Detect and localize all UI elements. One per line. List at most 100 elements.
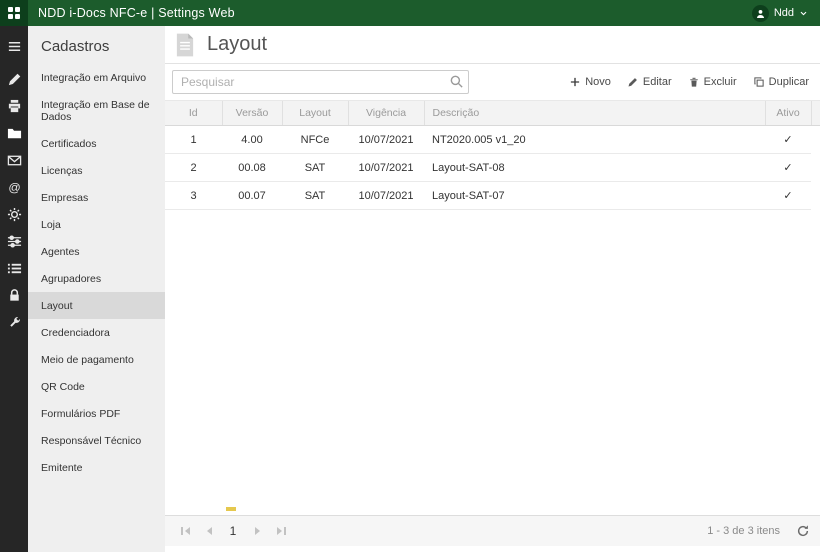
document-page-icon bbox=[172, 32, 198, 58]
highlight-mark bbox=[226, 507, 236, 511]
search-input[interactable] bbox=[172, 70, 469, 94]
page-title: Layout bbox=[207, 33, 268, 55]
row-gutter bbox=[811, 154, 820, 182]
pager-info: 1 - 3 de 3 itens bbox=[707, 525, 780, 537]
column-header-vigencia[interactable]: Vigência bbox=[347, 100, 424, 126]
sidebar-item-empresas[interactable]: Empresas bbox=[28, 184, 165, 211]
refresh-button[interactable] bbox=[794, 522, 812, 540]
row-gutter bbox=[811, 182, 820, 210]
pager: 1 1 - 3 de 3 itens bbox=[165, 515, 820, 546]
cell-descricao: Layout-SAT-07 bbox=[424, 181, 765, 210]
search-box bbox=[172, 70, 469, 94]
sidebar-item-meio-de-pagamento[interactable]: Meio de pagamento bbox=[28, 346, 165, 373]
svg-text:@: @ bbox=[8, 181, 20, 195]
wrench-icon[interactable] bbox=[0, 309, 28, 336]
editar-button[interactable]: Editar bbox=[627, 76, 672, 88]
cell-layout: SAT bbox=[282, 181, 348, 210]
gear-icon[interactable] bbox=[0, 201, 28, 228]
cell-id: 1 bbox=[165, 125, 222, 154]
sidebar-item-loja[interactable]: Loja bbox=[28, 211, 165, 238]
first-page-button[interactable] bbox=[173, 519, 197, 543]
trash-icon bbox=[688, 76, 700, 88]
cell-ativo-check-icon: ✓ bbox=[765, 125, 811, 154]
prev-page-button[interactable] bbox=[197, 519, 221, 543]
apps-grid-icon[interactable] bbox=[0, 0, 28, 26]
sliders-icon[interactable] bbox=[0, 228, 28, 255]
action-label: Editar bbox=[642, 76, 672, 88]
layout-table: Id Versão Layout Vigência Descrição Ativo 1 4.… bbox=[165, 100, 820, 210]
sidebar-item-responsavel-tecnico[interactable]: Responsável Técnico bbox=[28, 427, 165, 454]
cell-vigencia: 10/07/2021 bbox=[348, 153, 424, 182]
cell-descricao: Layout-SAT-08 bbox=[424, 153, 765, 182]
row-gutter bbox=[811, 126, 820, 154]
search-icon[interactable] bbox=[449, 74, 464, 89]
main-panel: Layout Novo Editar Excluir Duplicar IdVersã… bbox=[165, 26, 820, 552]
action-label: Excluir bbox=[703, 76, 737, 88]
cell-id: 2 bbox=[165, 153, 222, 182]
table-row[interactable]: 2 00.08 SAT 10/07/2021 Layout-SAT-08 ✓ bbox=[165, 153, 820, 182]
pen-icon[interactable] bbox=[0, 66, 28, 93]
cell-layout: NFCe bbox=[282, 125, 348, 154]
sidebar: Cadastros Integração em Arquivo Integraçã… bbox=[28, 26, 165, 552]
cell-versao: 00.07 bbox=[222, 181, 282, 210]
sidebar-title: Cadastros bbox=[41, 38, 110, 55]
column-header-descricao[interactable]: Descrição bbox=[423, 100, 765, 126]
sidebar-item-agrupadores[interactable]: Agrupadores bbox=[28, 265, 165, 292]
column-header-layout[interactable]: Layout bbox=[281, 100, 348, 126]
cell-id: 3 bbox=[165, 181, 222, 210]
chevron-down-icon bbox=[799, 9, 808, 18]
last-page-button[interactable] bbox=[269, 519, 293, 543]
grid-actions: Novo Editar Excluir Duplicar bbox=[569, 76, 813, 88]
sidebar-item-credenciadora[interactable]: Credenciadora bbox=[28, 319, 165, 346]
cell-vigencia: 10/07/2021 bbox=[348, 181, 424, 210]
user-name: Ndd bbox=[773, 7, 794, 19]
cell-versao: 4.00 bbox=[222, 125, 282, 154]
cell-ativo-check-icon: ✓ bbox=[765, 153, 811, 182]
mail-icon[interactable] bbox=[0, 147, 28, 174]
table-row[interactable]: 1 4.00 NFCe 10/07/2021 NT2020.005 v1_20 ✓ bbox=[165, 125, 820, 154]
duplicate-icon bbox=[753, 76, 765, 88]
page-header: Layout bbox=[165, 26, 820, 64]
sidebar-item-emitente[interactable]: Emitente bbox=[28, 454, 165, 481]
app-title: NDD i-Docs NFC-e | Settings Web bbox=[38, 6, 235, 20]
sidebar-item-layout[interactable]: Layout bbox=[28, 292, 165, 319]
pencil-icon bbox=[627, 76, 639, 88]
novo-button[interactable]: Novo bbox=[569, 76, 611, 88]
sidebar-item-agentes[interactable]: Agentes bbox=[28, 238, 165, 265]
action-label: Novo bbox=[585, 76, 611, 88]
table-header-row: Id Versão Layout Vigência Descrição Ativo bbox=[165, 100, 820, 126]
column-header-ativo[interactable]: Ativo bbox=[764, 100, 811, 126]
cell-versao: 00.08 bbox=[222, 153, 282, 182]
lock-icon[interactable] bbox=[0, 282, 28, 309]
topbar: NDD i-Docs NFC-e | Settings Web Ndd bbox=[0, 0, 820, 26]
next-page-button[interactable] bbox=[245, 519, 269, 543]
scrollbar-gutter bbox=[810, 100, 820, 126]
cell-descricao: NT2020.005 v1_20 bbox=[424, 125, 765, 154]
at-icon[interactable]: @ bbox=[0, 174, 28, 201]
duplicar-button[interactable]: Duplicar bbox=[753, 76, 809, 88]
user-avatar-icon bbox=[751, 4, 769, 22]
printer-icon[interactable] bbox=[0, 93, 28, 120]
column-header-id[interactable]: Id bbox=[165, 100, 222, 126]
excluir-button[interactable]: Excluir bbox=[688, 76, 737, 88]
current-page-button[interactable]: 1 bbox=[223, 520, 243, 542]
sidebar-item-integracao-arquivo[interactable]: Integração em Arquivo bbox=[28, 64, 165, 91]
toolbar: Novo Editar Excluir Duplicar bbox=[165, 64, 820, 100]
sidebar-item-formularios-pdf[interactable]: Formulários PDF bbox=[28, 400, 165, 427]
icon-rail: @ bbox=[0, 26, 28, 552]
sidebar-item-qr-code[interactable]: QR Code bbox=[28, 373, 165, 400]
plus-icon bbox=[569, 76, 581, 88]
list-icon[interactable] bbox=[0, 255, 28, 282]
folder-icon[interactable] bbox=[0, 120, 28, 147]
user-menu[interactable]: Ndd bbox=[751, 4, 820, 22]
cell-ativo-check-icon: ✓ bbox=[765, 181, 811, 210]
sidebar-item-integracao-base-dados[interactable]: Integração em Base de Dados bbox=[28, 91, 165, 130]
table-row[interactable]: 3 00.07 SAT 10/07/2021 Layout-SAT-07 ✓ bbox=[165, 181, 820, 210]
action-label: Duplicar bbox=[768, 76, 809, 88]
cell-vigencia: 10/07/2021 bbox=[348, 125, 424, 154]
column-header-versao[interactable]: Versão bbox=[221, 100, 282, 126]
menu-icon[interactable] bbox=[0, 33, 28, 60]
cell-layout: SAT bbox=[282, 153, 348, 182]
sidebar-item-certificados[interactable]: Certificados bbox=[28, 130, 165, 157]
sidebar-item-licencas[interactable]: Licenças bbox=[28, 157, 165, 184]
